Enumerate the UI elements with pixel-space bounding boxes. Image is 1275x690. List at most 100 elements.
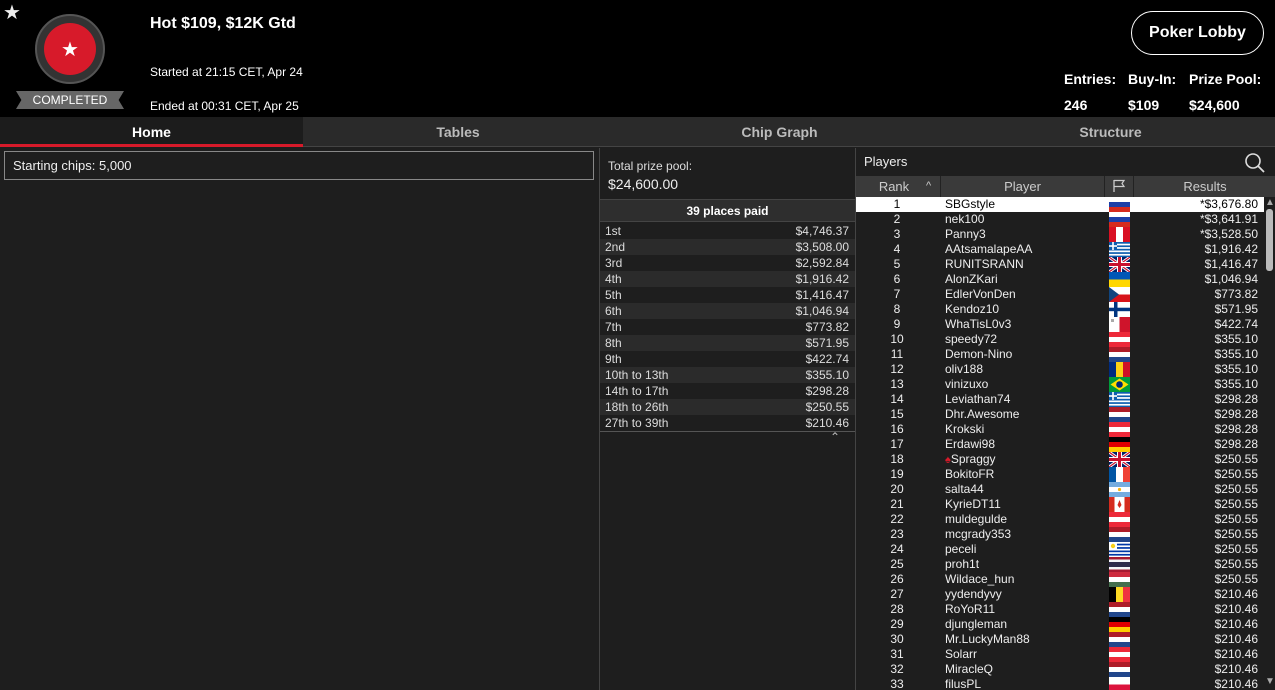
prize-amount: $422.74 [805, 352, 849, 366]
player-row[interactable]: 32 MiracleQ $210.46 [856, 662, 1264, 677]
scroll-up-icon[interactable]: ▲ [1265, 197, 1275, 208]
player-row[interactable]: 5 RUNITSRANN $1,416.47 [856, 257, 1264, 272]
player-row[interactable]: 9 WhaTisL0v3 $422.74 [856, 317, 1264, 332]
player-row[interactable]: 24 peceli $250.55 [856, 542, 1264, 557]
player-row[interactable]: 28 RoYoR11 $210.46 [856, 602, 1264, 617]
player-row[interactable]: 22 muldegulde $250.55 [856, 512, 1264, 527]
player-result: $250.55 [1214, 512, 1258, 526]
player-row[interactable]: 30 Mr.LuckyMan88 $210.46 [856, 632, 1264, 647]
player-row[interactable]: 29 djungleman $210.46 [856, 617, 1264, 632]
player-row[interactable]: 18 ♠Spraggy $250.55 [856, 452, 1264, 467]
player-row[interactable]: 13 vinizuxo $355.10 [856, 377, 1264, 392]
player-name-cell: Erdawi98 [945, 437, 995, 452]
player-name-cell: KyrieDT11 [945, 497, 1001, 512]
player-row[interactable]: 14 Leviathan74 $298.28 [856, 392, 1264, 407]
player-row[interactable]: 10 speedy72 $355.10 [856, 332, 1264, 347]
player-name-cell: filusPL [945, 677, 981, 690]
player-rank: 31 [890, 647, 904, 661]
tab-home[interactable]: Home [0, 117, 303, 147]
player-result: *$3,676.80 [1199, 197, 1258, 211]
collapse-caret-icon[interactable]: ⌃ [830, 430, 840, 444]
favorite-star-icon[interactable]: ★ [3, 3, 21, 23]
player-row[interactable]: 7 EdlerVonDen $773.82 [856, 287, 1264, 302]
player-result: $210.46 [1214, 632, 1258, 646]
player-row[interactable]: 4 AAtsamalapeAA $1,916.42 [856, 242, 1264, 257]
player-row[interactable]: 25 proh1t $250.55 [856, 557, 1264, 572]
player-result: $250.55 [1214, 497, 1258, 511]
player-rank: 11 [890, 347, 904, 361]
player-name: Solarr [945, 647, 978, 661]
player-row[interactable]: 21 KyrieDT11 $250.55 [856, 497, 1264, 512]
player-result: $250.55 [1214, 572, 1258, 586]
flag-column-header[interactable] [1105, 176, 1134, 197]
player-row[interactable]: 27 yydendyvy $210.46 [856, 587, 1264, 602]
tab-chip-graph[interactable]: Chip Graph [613, 117, 946, 147]
prize-place: 1st [605, 224, 622, 238]
player-name-cell: mcgrady353 [945, 527, 1011, 542]
results-column-header[interactable]: Results [1134, 176, 1275, 197]
player-name-cell: speedy72 [945, 332, 997, 347]
prize-amount: $2,592.84 [795, 256, 849, 270]
player-row[interactable]: 33 filusPL $210.46 [856, 677, 1264, 690]
uy-flag-icon [1109, 542, 1130, 557]
tab-structure[interactable]: Structure [946, 117, 1275, 147]
player-result: $210.46 [1214, 602, 1258, 616]
scroll-down-icon[interactable]: ▼ [1265, 676, 1275, 687]
prize-place: 7th [605, 320, 622, 334]
prize-amount: $355.10 [805, 368, 849, 382]
nl-flag-icon [1109, 632, 1130, 647]
gr-flag-icon [1109, 242, 1130, 257]
player-name-cell: RoYoR11 [945, 602, 995, 617]
player-name: RoYoR11 [945, 602, 996, 616]
player-name-cell: Panny3 [945, 227, 986, 242]
player-name: Leviathan74 [945, 392, 1011, 406]
scrollbar-thumb[interactable] [1266, 209, 1273, 271]
player-row[interactable]: 16 Krokski $298.28 [856, 422, 1264, 437]
search-icon[interactable] [1244, 152, 1266, 174]
player-name: Dhr.Awesome [945, 407, 1020, 421]
player-row[interactable]: 19 BokitoFR $250.55 [856, 467, 1264, 482]
player-row[interactable]: 31 Solarr $210.46 [856, 647, 1264, 662]
pokerstars-logo: ★ [35, 14, 105, 84]
tab-tables[interactable]: Tables [303, 117, 613, 147]
player-rank: 1 [893, 197, 901, 211]
player-result: $1,416.47 [1204, 257, 1258, 271]
player-row[interactable]: 15 Dhr.Awesome $298.28 [856, 407, 1264, 422]
player-row[interactable]: 12 oliv188 $355.10 [856, 362, 1264, 377]
prize-amount: $1,916.42 [795, 272, 849, 286]
player-result: $773.82 [1214, 287, 1258, 301]
prize-pool-label: Prize Pool: [1189, 71, 1262, 87]
player-row[interactable]: 26 Wildace_hun $250.55 [856, 572, 1264, 587]
player-row[interactable]: 11 Demon-Nino $355.10 [856, 347, 1264, 362]
player-name-cell: vinizuxo [945, 377, 988, 392]
prize-place: 10th to 13th [605, 368, 669, 382]
ar-flag-icon [1109, 482, 1130, 497]
player-name-cell: BokitoFR [945, 467, 994, 482]
player-name: muldegulde [945, 512, 1008, 526]
nl-flag-icon [1109, 527, 1130, 542]
player-row[interactable]: 1 SBGstyle *$3,676.80 [856, 197, 1264, 212]
player-row[interactable]: 3 Panny3 *$3,528.50 [856, 227, 1264, 242]
players-scrollbar[interactable]: ▲ ▼ [1264, 197, 1275, 690]
player-row[interactable]: 17 Erdawi98 $298.28 [856, 437, 1264, 452]
prize-row: 9th $422.74 [600, 351, 855, 367]
player-row[interactable]: 6 AlonZKari $1,046.94 [856, 272, 1264, 287]
player-column-header[interactable]: Player [941, 176, 1105, 197]
ru-flag-icon [1109, 212, 1130, 227]
player-name-cell: peceli [945, 542, 976, 557]
players-panel: Players Rank ^ Player Results 1 SBGstyle *… [855, 148, 1275, 690]
player-name-cell: Kendoz10 [945, 302, 999, 317]
prize-amount: $773.82 [805, 320, 849, 334]
player-row[interactable]: 20 salta44 $250.55 [856, 482, 1264, 497]
mt-flag-icon [1109, 317, 1130, 332]
player-row[interactable]: 2 nek100 *$3,641.91 [856, 212, 1264, 227]
player-name-cell: proh1t [945, 557, 979, 572]
player-row[interactable]: 8 Kendoz10 $571.95 [856, 302, 1264, 317]
poker-lobby-button[interactable]: Poker Lobby [1131, 11, 1264, 55]
player-row[interactable]: 23 mcgrady353 $250.55 [856, 527, 1264, 542]
player-rank: 3 [893, 227, 901, 241]
buyin-label: Buy-In: [1128, 71, 1177, 87]
player-name: oliv188 [945, 362, 984, 376]
pe-flag-icon [1109, 227, 1130, 242]
player-name-cell: muldegulde [945, 512, 1007, 527]
